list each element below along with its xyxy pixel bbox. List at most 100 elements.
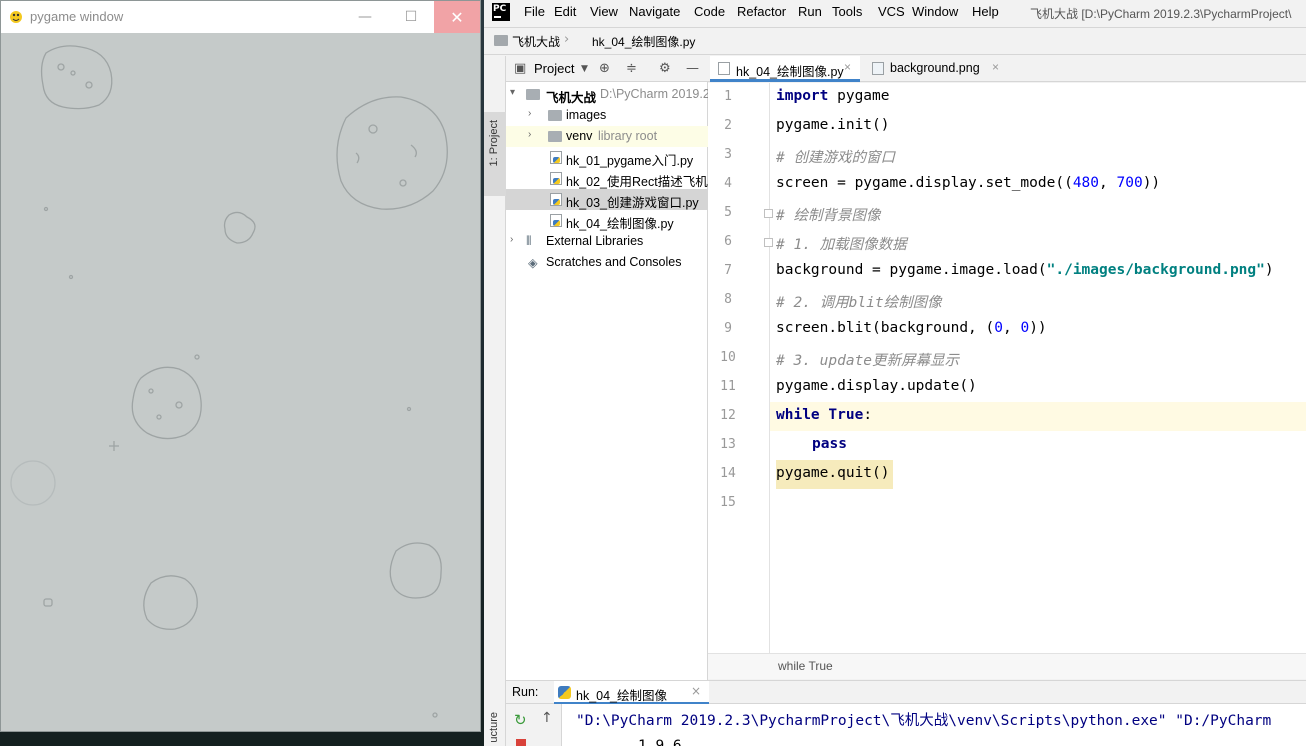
chevron-right-icon[interactable]: ›	[510, 234, 513, 245]
line-number: 1	[724, 89, 732, 104]
breadcrumb-separator-icon: ›	[564, 32, 570, 47]
fold-marker-icon[interactable]	[764, 209, 773, 218]
library-icon: ⦀	[526, 234, 532, 248]
python-file-icon	[550, 214, 562, 227]
close-icon[interactable]: ×	[691, 684, 701, 698]
menu-window[interactable]: Window	[912, 4, 958, 19]
pygame-window[interactable]: pygame window — ☐ ✕	[0, 0, 481, 732]
tool-tab-structure-label[interactable]: ucture	[488, 712, 500, 743]
console-output-line: 1.9.6	[638, 738, 682, 746]
code-line: screen = pygame.display.set_mode((480, 7…	[776, 175, 1161, 191]
asteroid-sprite	[336, 96, 448, 210]
python-file-icon	[550, 193, 562, 206]
menu-tools[interactable]: Tools	[832, 4, 862, 19]
tree-hint: library root	[598, 129, 658, 143]
gear-icon[interactable]: ⚙	[659, 61, 671, 76]
tab-hk04[interactable]: hk_04_绘制图像.py ×	[710, 56, 860, 82]
pygame-window-title: pygame window	[30, 9, 124, 24]
collapse-icon[interactable]: ≑	[626, 61, 637, 76]
tree-label: External Libraries	[546, 234, 644, 248]
tree-item-venv[interactable]: › venv library root	[506, 126, 708, 147]
menu-bar: PC File Edit View Navigate Code Refactor…	[484, 0, 1306, 26]
asteroid-sprite	[223, 211, 256, 244]
code-line: background = pygame.image.load("./images…	[776, 262, 1274, 278]
breadcrumb-file[interactable]: hk_04_绘制图像.py	[592, 33, 695, 50]
ide-window-title: 飞机大战 [D:\PyCharm 2019.2.3\PycharmProject…	[1030, 7, 1292, 21]
menu-help[interactable]: Help	[972, 4, 999, 19]
tab-background-png[interactable]: background.png ×	[864, 56, 1004, 82]
tree-label: images	[566, 108, 607, 122]
close-icon[interactable]: ×	[992, 60, 999, 74]
rerun-icon[interactable]: ↻	[514, 711, 527, 729]
arrow-up-icon[interactable]: ↑	[541, 710, 553, 726]
line-number: 9	[724, 321, 732, 336]
breadcrumb-project[interactable]: 飞机大战	[512, 33, 560, 50]
folder-icon	[548, 110, 562, 121]
run-label: Run:	[512, 685, 539, 699]
code-editor[interactable]: 1 2 3 4 5 6 7 8 9 10 11 12 13 14 15 impo…	[708, 83, 1306, 653]
menu-edit[interactable]: Edit	[554, 4, 576, 19]
project-view-dropdown[interactable]: Project	[534, 61, 574, 76]
tree-item-file[interactable]: hk_04_绘制图像.py	[506, 210, 708, 231]
hide-icon[interactable]: —	[686, 61, 699, 76]
code-line: screen.blit(background, (0, 0))	[776, 320, 1047, 336]
code-context-label[interactable]: while True	[778, 659, 833, 673]
line-number: 10	[720, 350, 736, 365]
line-number: 15	[720, 495, 736, 510]
line-number: 13	[720, 437, 736, 452]
tree-item-file[interactable]: hk_02_使用Rect描述飞机.py	[506, 168, 708, 189]
code-line: import pygame	[776, 88, 890, 104]
close-button[interactable]: ✕	[434, 1, 480, 33]
line-number: 3	[724, 147, 732, 162]
tree-item-external-libraries[interactable]: › ⦀ External Libraries	[506, 231, 708, 252]
menu-code[interactable]: Code	[694, 4, 725, 19]
menu-navigate[interactable]: Navigate	[629, 4, 680, 19]
editor-tabs: hk_04_绘制图像.py × background.png ×	[708, 56, 1306, 82]
python-file-icon	[550, 172, 562, 185]
tree-item-file[interactable]: hk_01_pygame入门.py	[506, 147, 708, 168]
menu-refactor[interactable]: Refactor	[737, 4, 786, 19]
tab-label: hk_04_绘制图像.py	[736, 65, 844, 79]
menu-view[interactable]: View	[590, 4, 618, 19]
tree-item-scratches[interactable]: ◈ Scratches and Consoles	[506, 252, 708, 273]
tab-label: background.png	[890, 61, 980, 75]
screen: pygame window — ☐ ✕ PC File Edit View Na…	[0, 0, 1306, 746]
menu-run[interactable]: Run	[798, 4, 822, 19]
line-number: 6	[724, 234, 732, 249]
chevron-down-icon[interactable]: ▼	[581, 64, 588, 74]
project-panel: ▣ Project ▼ ⊕ ≑ ⚙ — ▾ 飞机大战 D:\PyCharm 20…	[506, 56, 708, 680]
locate-icon[interactable]: ⊕	[599, 61, 610, 76]
stop-icon[interactable]	[516, 739, 526, 746]
chevron-right-icon[interactable]: ›	[528, 129, 531, 140]
pygame-canvas[interactable]	[1, 33, 480, 731]
tool-tab-project[interactable]: 1: Project	[484, 112, 506, 196]
menu-file[interactable]: File	[524, 4, 545, 19]
folder-icon	[548, 131, 562, 142]
tree-item-file-selected[interactable]: hk_03_创建游戏窗口.py	[506, 189, 708, 210]
editor-breadcrumb-status: while True	[708, 653, 1306, 679]
run-console[interactable]: ↻ ↑ "D:\PyCharm 2019.2.3\PycharmProject\…	[506, 704, 1306, 746]
tree-item-project-root[interactable]: ▾ 飞机大战 D:\PyCharm 2019.2	[506, 84, 708, 105]
tree-label: hk_04_绘制图像.py	[566, 217, 674, 231]
close-icon[interactable]: ×	[844, 60, 851, 74]
code-line: while True:	[776, 407, 873, 423]
maximize-button[interactable]: ☐	[388, 1, 434, 33]
code-line: pygame.quit()	[776, 465, 890, 481]
code-line: # 创建游戏的窗口	[776, 150, 895, 166]
tree-hint: D:\PyCharm 2019.2	[600, 87, 708, 101]
asteroid-sprite	[131, 366, 202, 440]
menu-vcs[interactable]: VCS	[878, 4, 905, 19]
line-gutter: 1 2 3 4 5 6 7 8 9 10 11 12 13 14 15	[708, 83, 770, 653]
fold-marker-icon[interactable]	[764, 238, 773, 247]
tree-label: Scratches and Consoles	[546, 255, 682, 269]
chevron-right-icon[interactable]: ›	[528, 108, 531, 119]
image-file-icon	[872, 62, 884, 75]
folder-icon	[494, 35, 508, 46]
minimize-button[interactable]: —	[342, 1, 388, 33]
pygame-titlebar[interactable]: pygame window — ☐ ✕	[1, 1, 480, 33]
run-tab[interactable]: hk_04_绘制图像 ×	[554, 681, 709, 705]
line-number: 12	[720, 408, 736, 423]
line-number: 2	[724, 118, 732, 133]
tree-item-images[interactable]: › images	[506, 105, 708, 126]
chevron-down-icon[interactable]: ▾	[510, 87, 515, 98]
